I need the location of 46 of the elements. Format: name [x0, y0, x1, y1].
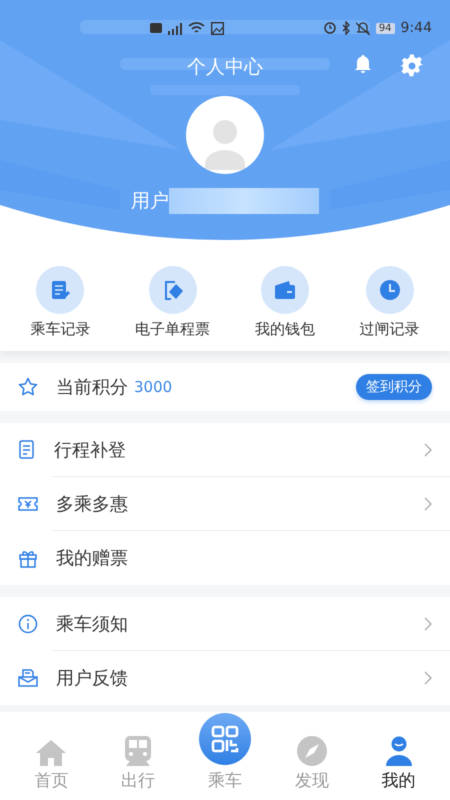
action-icon-circle[interactable] [260, 266, 309, 314]
alarm-icon [324, 22, 336, 34]
clock-time: 9:44 [400, 20, 432, 36]
action-label[interactable]: 乘车记录 [30, 320, 90, 339]
action-icon-circle[interactable] [36, 266, 84, 314]
points-value: 3000 [134, 378, 172, 396]
chevron-icon [424, 617, 432, 631]
action-label[interactable]: 我的钱包 [254, 320, 315, 339]
chevron-icon [424, 443, 432, 457]
star-icon [18, 377, 38, 397]
menu-item[interactable]: 用户反馈 [56, 666, 128, 690]
info-icon [18, 614, 38, 634]
action-icon-circle[interactable] [366, 266, 414, 314]
signal-icon [168, 22, 182, 34]
bell-icon[interactable] [354, 54, 372, 74]
clock-icon [378, 279, 401, 301]
home-icon [35, 739, 68, 767]
image-icon [211, 22, 224, 34]
mail-icon [18, 668, 38, 688]
check-in-button[interactable]: 签到积分 [356, 374, 432, 400]
settings-icon[interactable] [400, 54, 424, 78]
action-icon-circle[interactable] [148, 266, 197, 314]
wifi-icon [188, 22, 205, 34]
document-icon [49, 279, 72, 301]
tab[interactable]: 我的 [364, 712, 434, 800]
chevron-icon [424, 497, 432, 511]
compass-icon [296, 735, 328, 767]
wallet-icon [272, 279, 297, 301]
gift-icon [18, 548, 38, 568]
menu-item[interactable]: 我的赠票 [56, 546, 128, 570]
coupon-icon [18, 495, 38, 513]
username-label: 用户 [131, 189, 169, 214]
document-icon [18, 440, 36, 460]
muted-bell-icon [356, 21, 370, 35]
points-label: 当前积分 [56, 376, 128, 399]
train-icon [123, 735, 154, 767]
action-label[interactable]: 过闸记录 [360, 320, 420, 339]
bluetooth-icon [342, 21, 350, 35]
page-title: 个人中心 [187, 55, 263, 80]
qr-code-icon [210, 725, 239, 753]
menu-item[interactable]: 多乘多惠 [56, 492, 128, 516]
menu-item[interactable]: 行程补登 [54, 438, 126, 462]
action-label[interactable]: 电子单程票 [135, 320, 210, 339]
user-icon [384, 735, 413, 767]
chevron-icon [424, 671, 432, 685]
menu-item[interactable]: 乘车须知 [56, 612, 128, 636]
